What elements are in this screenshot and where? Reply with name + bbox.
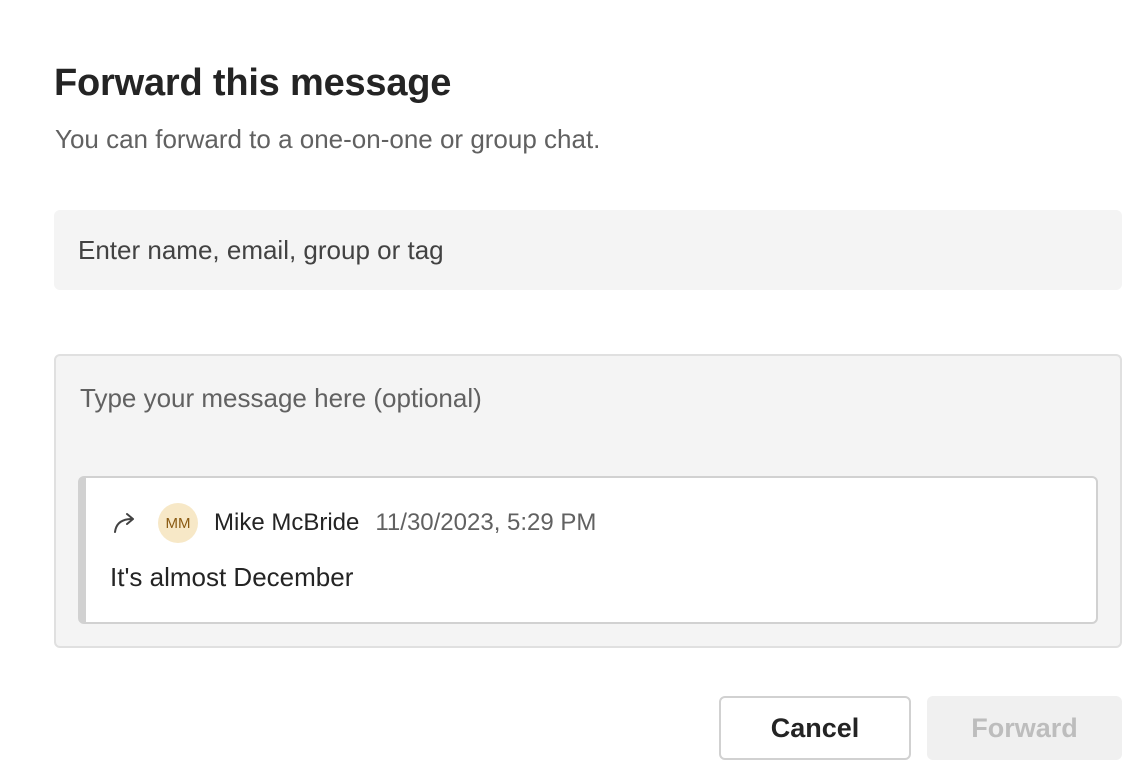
avatar: MM — [158, 503, 198, 543]
quoted-message-header: MM Mike McBride 11/30/2023, 5:29 PM — [110, 502, 596, 544]
dialog-title: Forward this message — [54, 62, 452, 104]
forward-arrow-icon — [110, 507, 142, 539]
compose-area: MM Mike McBride 11/30/2023, 5:29 PM It's… — [54, 354, 1122, 648]
message-timestamp: 11/30/2023, 5:29 PM — [375, 509, 597, 536]
cancel-button[interactable]: Cancel — [719, 696, 911, 760]
quoted-message-text: It's almost December — [110, 562, 354, 592]
dialog-subtitle: You can forward to a one-on-one or group… — [55, 124, 601, 154]
message-input[interactable] — [80, 376, 1090, 420]
quoted-message-card: MM Mike McBride 11/30/2023, 5:29 PM It's… — [78, 476, 1098, 624]
recipient-search-input[interactable] — [54, 210, 1122, 290]
forward-message-dialog: Forward this message You can forward to … — [0, 0, 1144, 766]
forward-button[interactable]: Forward — [927, 696, 1122, 760]
sender-name: Mike McBride — [214, 509, 360, 536]
